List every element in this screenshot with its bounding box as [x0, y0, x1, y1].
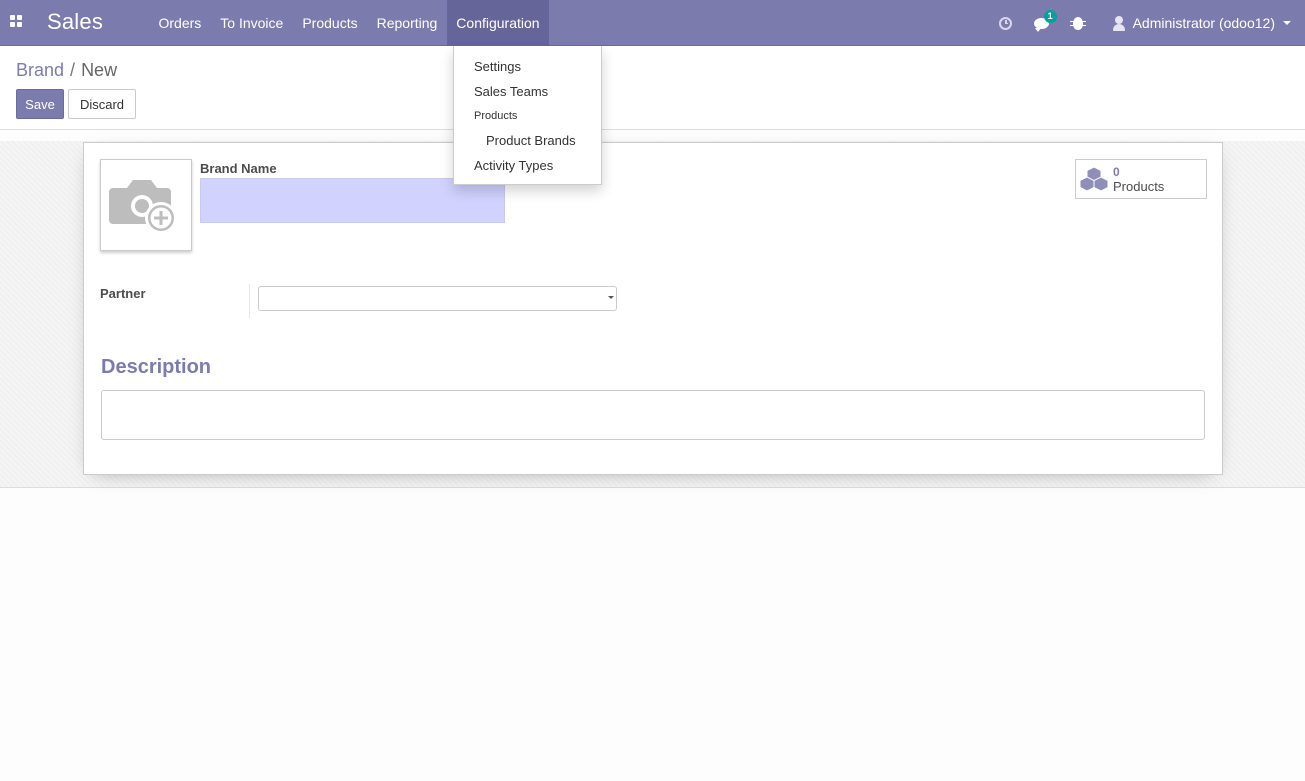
dropdown-item-product-brands[interactable]: Product Brands: [454, 128, 601, 153]
app-name: Sales: [47, 9, 104, 34]
brand-name-label: Brand Name: [200, 161, 277, 176]
menu-reporting[interactable]: Reporting: [367, 0, 447, 46]
clock-icon[interactable]: [997, 14, 1015, 32]
user-icon: [1112, 15, 1125, 31]
configuration-dropdown: Settings Sales Teams Products Product Br…: [453, 46, 602, 185]
dropdown-item-activity-types[interactable]: Activity Types: [454, 153, 601, 178]
products-count: 0: [1113, 165, 1120, 179]
caret-down-icon: [1283, 21, 1291, 25]
menu-to-invoice[interactable]: To Invoice: [211, 0, 293, 46]
description-title: Description: [101, 356, 212, 378]
products-smart-button[interactable]: 0 Products: [1075, 159, 1207, 199]
dropdown-caret-icon[interactable]: [608, 296, 614, 299]
partner-label: Partner: [100, 286, 146, 301]
breadcrumb-brand[interactable]: Brand: [16, 60, 64, 80]
dropdown-header-products: Products: [474, 110, 518, 122]
apps-grid-icon[interactable]: [8, 13, 24, 29]
products-label: Products: [1113, 179, 1165, 194]
breadcrumb: Brand / New: [16, 60, 117, 81]
user-name: Administrator (odoo12): [1132, 15, 1275, 31]
user-menu[interactable]: Administrator (odoo12): [1112, 15, 1291, 31]
cubes-icon: [1079, 166, 1109, 192]
camera-plus-icon: [109, 180, 177, 234]
description-textarea[interactable]: [101, 390, 1205, 440]
save-button[interactable]: Save: [16, 89, 64, 119]
brand-logo-upload[interactable]: [100, 159, 192, 251]
dropdown-item-sales-teams[interactable]: Sales Teams: [454, 79, 601, 104]
menu-orders[interactable]: Orders: [149, 0, 211, 46]
main-menu: Orders To Invoice Products Reporting Con…: [149, 0, 550, 46]
form-sheet: Brand Name 0 Products Partner Descriptio…: [83, 142, 1223, 475]
control-panel: Brand / New Save Discard: [0, 46, 1305, 130]
dropdown-item-settings[interactable]: Settings: [454, 54, 601, 79]
partner-divider: [249, 284, 250, 318]
top-navbar: Sales Orders To Invoice Products Reporti…: [0, 0, 1305, 46]
chat-icon[interactable]: 1: [1033, 10, 1057, 32]
chat-badge: 1: [1043, 10, 1057, 23]
partner-select[interactable]: [258, 286, 617, 311]
breadcrumb-current: New: [81, 60, 118, 80]
systray: 1 Administrator (odoo12): [979, 0, 1291, 46]
menu-products[interactable]: Products: [293, 0, 367, 46]
discard-button[interactable]: Discard: [68, 89, 136, 119]
menu-configuration[interactable]: Configuration: [446, 0, 550, 46]
bug-icon[interactable]: [1069, 14, 1087, 32]
breadcrumb-separator: /: [70, 60, 76, 80]
